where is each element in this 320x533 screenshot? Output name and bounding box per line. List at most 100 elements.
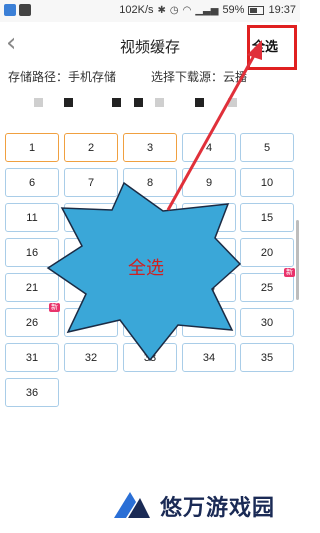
episode-cell[interactable]: 25 新 [240, 268, 295, 302]
battery-percent: 59% [222, 4, 245, 16]
episode-label: 5 [263, 141, 271, 154]
watermark-logo-icon [114, 492, 150, 518]
episode-label: 16 [25, 246, 39, 259]
censor-block [134, 98, 143, 107]
episode-cell[interactable]: 33 [123, 343, 177, 372]
status-bar: 102K/s ✱ ◷ ◠ ▁▃▅ 59% 19:37 [0, 0, 300, 22]
episode-label: 21 [25, 281, 39, 294]
episode-label: 23 [143, 281, 157, 294]
episode-cell[interactable]: 2 [64, 133, 118, 162]
episode-cell[interactable]: 3 [123, 133, 177, 162]
episode-cell[interactable]: 1 [5, 133, 59, 162]
wifi-icon: ◠ [182, 4, 192, 16]
episode-label: 19 [202, 246, 216, 259]
episode-cell[interactable]: 11 [5, 203, 59, 232]
episode-label: 25 [260, 281, 274, 294]
episode-label: 34 [202, 351, 216, 364]
episode-label: 8 [146, 176, 154, 189]
episode-cell[interactable]: 8 [123, 168, 177, 197]
storage-path[interactable]: 存储路径：手机存储 [8, 68, 116, 85]
new-badge: 新 [49, 303, 60, 312]
episode-cell[interactable]: 20 [240, 238, 294, 267]
censor-block [195, 98, 204, 107]
status-app-icons [4, 4, 31, 16]
episode-label: 32 [84, 351, 98, 364]
episode-cell[interactable]: 30 [240, 308, 294, 337]
episode-cell[interactable]: 6 [5, 168, 59, 197]
episode-cell[interactable]: 17 [64, 238, 118, 267]
censor-block [155, 98, 164, 107]
app-notification-icon [4, 4, 16, 16]
signal-icon: ▁▃▅ [195, 4, 219, 16]
episode-cell[interactable]: 32 [64, 343, 118, 372]
episode-cell[interactable]: 24 [182, 273, 236, 302]
episode-label: 11 [26, 211, 38, 224]
episode-cell[interactable]: 13 [123, 203, 177, 232]
episode-label: 22 [84, 281, 98, 294]
episode-cell[interactable]: 29 [182, 308, 236, 337]
episode-cell[interactable]: 19 [182, 238, 236, 267]
episode-label: 27 [84, 316, 98, 329]
episode-label: 4 [205, 141, 213, 154]
annotation-highlight-box [247, 25, 297, 70]
episode-label: 7 [87, 176, 95, 189]
episode-label: 31 [25, 351, 39, 364]
episode-cell[interactable]: 15 [240, 203, 294, 232]
episode-cell[interactable]: 35 [240, 343, 294, 372]
episode-cell[interactable]: 21 [5, 273, 59, 302]
episode-label: 10 [260, 176, 274, 189]
episode-label: 1 [28, 141, 36, 154]
episode-label: 6 [28, 176, 36, 189]
episode-label: 35 [260, 351, 274, 364]
scrollbar[interactable] [296, 220, 299, 300]
episode-cell[interactable]: 34 [182, 343, 236, 372]
episode-cell[interactable]: 7 [64, 168, 118, 197]
battery-icon [248, 5, 265, 15]
episode-label: 3 [146, 141, 154, 154]
new-badge: 新 [284, 268, 295, 277]
censor-block [34, 98, 43, 107]
episode-cell[interactable]: 28 [123, 308, 177, 337]
watermark: 悠万游戏园 [112, 488, 275, 524]
starburst-label: 全选 [128, 258, 164, 279]
episode-cell[interactable]: 31 [5, 343, 59, 372]
episode-cell[interactable]: 27 [64, 308, 118, 337]
censored-row [0, 92, 300, 114]
episode-label: 26 [25, 316, 39, 329]
episode-cell[interactable]: 4 [182, 133, 236, 162]
alarm-icon: ◷ [169, 4, 179, 16]
episode-cell[interactable]: 5 [240, 133, 294, 162]
episode-cell[interactable]: 36 [5, 378, 59, 407]
censor-block [228, 98, 237, 107]
episode-cell[interactable]: 10 [240, 168, 294, 197]
episode-cell[interactable]: 22 [64, 273, 118, 302]
episode-label: 17 [84, 246, 98, 259]
app-notification-icon [19, 4, 31, 16]
episode-cell[interactable]: 12 [64, 203, 118, 232]
episode-label: 36 [25, 386, 39, 399]
episode-cell[interactable]: 16 [5, 238, 59, 267]
episode-label: 28 [143, 316, 157, 329]
episode-cell[interactable]: 9 [182, 168, 236, 197]
episode-label: 13 [143, 211, 157, 224]
censor-block [112, 98, 121, 107]
bluetooth-icon: ✱ [157, 4, 166, 16]
episode-label: 2 [87, 141, 95, 154]
battery-fill [250, 7, 258, 13]
episode-label: 15 [260, 211, 274, 224]
episode-label: 30 [260, 316, 274, 329]
episode-cell[interactable]: 14 [182, 203, 236, 232]
censor-block [64, 98, 73, 107]
episode-label: 20 [260, 246, 274, 259]
episode-label: 12 [84, 211, 98, 224]
status-right: 102K/s ✱ ◷ ◠ ▁▃▅ 59% 19:37 [119, 4, 296, 16]
episode-label: 29 [202, 316, 216, 329]
episode-label: 9 [205, 176, 213, 189]
download-source[interactable]: 选择下载源：云播 [151, 68, 247, 85]
network-speed: 102K/s [119, 4, 154, 16]
episode-cell[interactable]: 26 新 [5, 303, 60, 337]
episode-label: 24 [202, 281, 216, 294]
episode-label: 33 [143, 351, 157, 364]
episode-label: 14 [202, 211, 216, 224]
clock: 19:37 [268, 4, 296, 16]
